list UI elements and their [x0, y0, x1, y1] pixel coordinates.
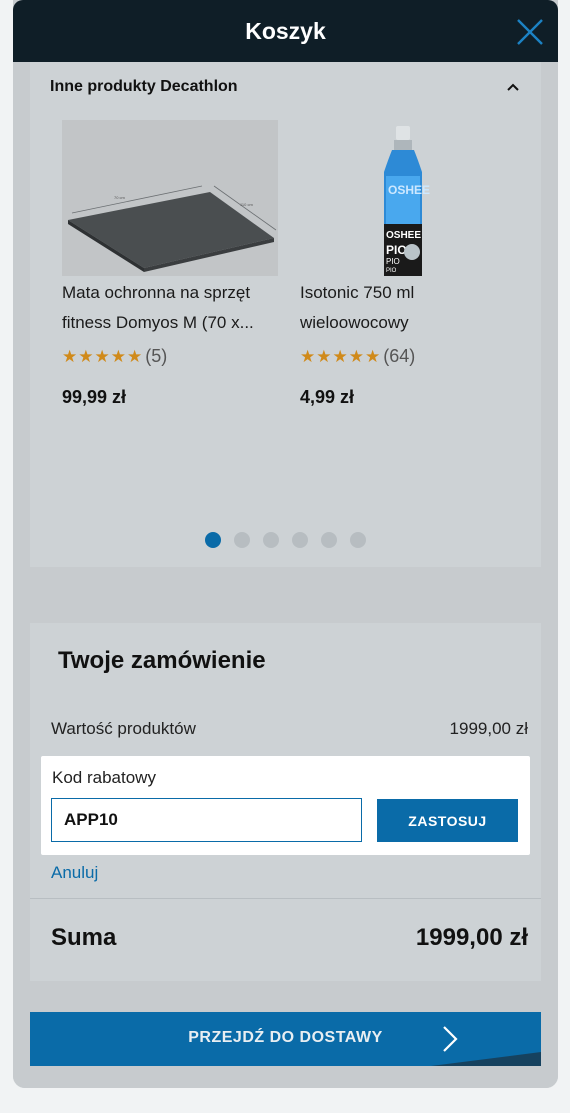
rating-count: (64)	[383, 346, 416, 366]
star-rating-icon: ★★★★★	[300, 346, 382, 366]
app-screen: Koszyk Inne produkty Decathlon 70 cm 110	[13, 0, 558, 1088]
cta-label: PRZEJDŹ DO DOSTAWY	[188, 1029, 383, 1046]
promo-code-box: Kod rabatowy ZASTOSUJ	[41, 756, 530, 855]
products-value-label: Wartość produktów	[51, 719, 196, 738]
product-price: 99,99 zł	[62, 387, 127, 407]
bottle-label-3: PIO	[386, 268, 397, 274]
bottle-brand-top: OSHEE	[388, 183, 430, 197]
order-summary-section: Twoje zamówienie Wartość produktów 1999,…	[30, 623, 541, 981]
total-value: 1999,00 zł	[415, 924, 528, 951]
cancel-promo-link[interactable]: Anuluj	[51, 863, 98, 883]
other-products-section: Inne produkty Decathlon 70 cm 110 cm Mat…	[30, 62, 541, 567]
carousel-dot[interactable]	[205, 532, 221, 548]
page-title: Koszyk	[245, 18, 326, 44]
divider	[30, 898, 541, 899]
rating-count: (5)	[145, 346, 168, 366]
promo-code-label: Kod rabatowy	[52, 768, 156, 787]
product-name-line: Mata ochronna na sprzęt	[62, 283, 251, 302]
product-name-line: Isotonic 750 ml	[300, 283, 415, 302]
product-name-line: wieloowocowy	[300, 313, 409, 332]
product-card[interactable]: 70 cm 110 cm Mata ochronna na sprzęt fit…	[62, 120, 282, 408]
order-title: Twoje zamówienie	[58, 647, 266, 674]
mat-width-label: 70 cm	[114, 195, 126, 200]
carousel-dot[interactable]	[321, 532, 337, 548]
product-image[interactable]: OSHEE OSHEE PIO PIO PIO	[300, 120, 516, 276]
products-value: 1999,00 zł	[449, 719, 528, 738]
product-rating: ★★★★★ (64)	[300, 346, 520, 367]
decorative-corner	[431, 1052, 541, 1066]
close-icon[interactable]	[514, 16, 546, 48]
product-rating: ★★★★★ (5)	[62, 346, 282, 367]
product-price: 4,99 zł	[300, 387, 355, 407]
product-image[interactable]: 70 cm 110 cm	[62, 120, 278, 276]
carousel-dot[interactable]	[292, 532, 308, 548]
total-row: Suma 1999,00 zł	[51, 924, 528, 952]
proceed-to-delivery-button[interactable]: PRZEJDŹ DO DOSTAWY	[30, 1012, 541, 1066]
product-name[interactable]: Mata ochronna na sprzęt fitness Domyos M…	[62, 278, 282, 338]
section-heading: Inne produkty Decathlon	[50, 78, 238, 95]
product-name-line: fitness Domyos M (70 x...	[62, 313, 254, 332]
product-card[interactable]: OSHEE OSHEE PIO PIO PIO Isotonic 750 ml …	[300, 120, 520, 408]
carousel-dot[interactable]	[234, 532, 250, 548]
chevron-right-icon	[443, 1026, 458, 1052]
products-value-row: Wartość produktów 1999,00 zł	[51, 719, 528, 739]
star-rating-icon: ★★★★★	[62, 346, 144, 366]
total-label: Suma	[51, 924, 117, 951]
apply-promo-button[interactable]: ZASTOSUJ	[377, 799, 518, 842]
carousel-pagination	[30, 532, 541, 548]
promo-code-input[interactable]	[51, 798, 362, 842]
carousel-dot[interactable]	[350, 532, 366, 548]
mat-length-label: 110 cm	[240, 202, 253, 207]
carousel-dot[interactable]	[263, 532, 279, 548]
chevron-up-icon[interactable]	[503, 78, 523, 96]
bottle-label-1: PIO	[386, 243, 407, 257]
header-bar: Koszyk	[13, 0, 558, 62]
bottle-brand: OSHEE	[386, 230, 421, 241]
bottle-label-2: PIO	[386, 257, 400, 266]
product-name[interactable]: Isotonic 750 ml wieloowocowy	[300, 278, 520, 338]
